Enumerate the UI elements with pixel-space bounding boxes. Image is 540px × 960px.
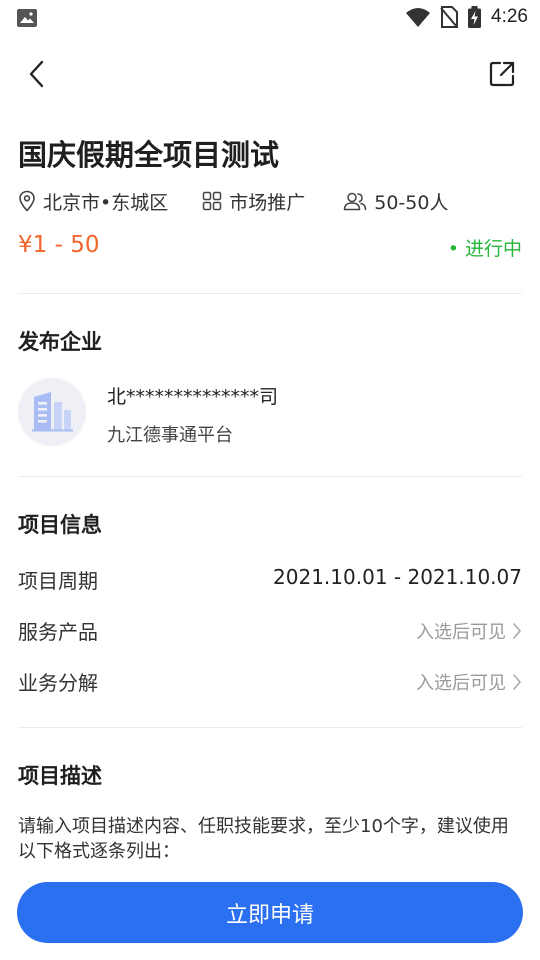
- project-meta-row: 北京市•东城区 市场推广 50-50人: [18, 186, 448, 216]
- info-section-title: 项目信息: [18, 513, 102, 537]
- location-meta: 北京市•东城区: [18, 188, 168, 215]
- no-sim-icon: [440, 6, 459, 28]
- status-badge: • 进行中: [447, 238, 522, 260]
- business-breakdown-label: 业务分解: [18, 671, 98, 695]
- category-text: 市场推广: [229, 191, 306, 214]
- project-period-label: 项目周期: [18, 569, 98, 593]
- image-notification-icon: [17, 9, 37, 27]
- battery-charging-icon: [468, 6, 482, 28]
- people-icon: [343, 192, 367, 211]
- service-product-link[interactable]: 入选后可见: [416, 618, 522, 644]
- chevron-right-icon: [513, 674, 521, 690]
- location-text: 北京市•东城区: [43, 191, 169, 214]
- headcount-meta: 50-50人: [343, 188, 448, 215]
- status-bar: 4:26: [0, 0, 540, 36]
- company-logo[interactable]: [18, 378, 86, 446]
- grid-category-icon: [202, 191, 222, 211]
- building-icon: [32, 392, 73, 432]
- company-platform: 九江德事通平台: [107, 425, 233, 446]
- headcount-text: 50-50人: [374, 191, 449, 214]
- category-meta: 市场推广: [202, 188, 305, 215]
- divider: [18, 476, 522, 477]
- back-arrow-icon[interactable]: [22, 58, 54, 90]
- business-breakdown-link[interactable]: 入选后可见: [416, 669, 522, 695]
- price-range: ¥1 - 50: [18, 232, 100, 258]
- location-pin-icon: [19, 190, 35, 212]
- project-title: 国庆假期全项目测试: [18, 138, 280, 172]
- company-name[interactable]: 北**************司: [107, 382, 278, 409]
- service-product-label: 服务产品: [18, 620, 98, 644]
- divider: [18, 727, 522, 728]
- top-nav: [0, 52, 540, 96]
- description-fade: [0, 858, 540, 882]
- project-period-value: 2021.10.01 - 2021.10.07: [273, 565, 522, 589]
- company-section-title: 发布企业: [18, 330, 102, 354]
- apply-now-button[interactable]: 立即申请: [17, 882, 523, 943]
- status-time: 4:26: [491, 6, 528, 27]
- share-icon[interactable]: [486, 58, 518, 90]
- chevron-right-icon: [513, 623, 521, 639]
- description-section-title: 项目描述: [18, 764, 102, 788]
- divider: [18, 293, 522, 294]
- service-product-value: 入选后可见: [416, 622, 506, 643]
- business-breakdown-value: 入选后可见: [416, 673, 506, 694]
- wifi-icon: [406, 8, 431, 27]
